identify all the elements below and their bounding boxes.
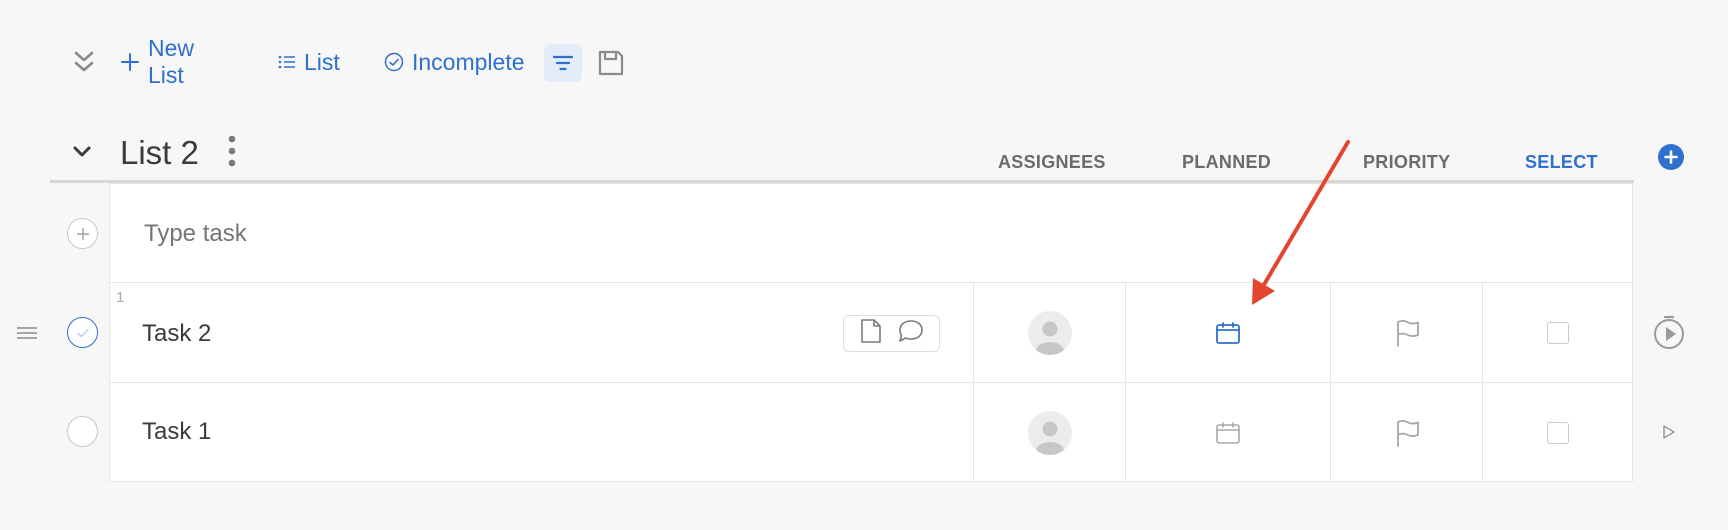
check-circle-icon xyxy=(384,52,404,72)
assignee-cell[interactable] xyxy=(973,383,1125,482)
column-header-planned[interactable]: PLANNED xyxy=(1182,152,1271,173)
plus-icon xyxy=(1664,150,1678,164)
incomplete-filter-button[interactable]: Incomplete xyxy=(384,40,525,84)
plus-icon xyxy=(120,52,140,72)
filter-icon xyxy=(552,55,574,71)
drag-handle-icon xyxy=(17,327,37,339)
table-row[interactable]: 1 Task 2 xyxy=(110,283,1632,383)
filter-button[interactable] xyxy=(544,44,582,82)
task-complete-checkbox[interactable] xyxy=(67,317,98,348)
collapse-list-button[interactable] xyxy=(70,140,94,164)
priority-cell[interactable] xyxy=(1330,383,1482,482)
new-list-button[interactable]: New List xyxy=(120,35,194,88)
comment-button[interactable] xyxy=(897,318,925,349)
save-icon xyxy=(598,50,624,76)
list-icon xyxy=(278,54,296,70)
calendar-icon xyxy=(1216,321,1240,344)
column-header-select[interactable]: SELECT xyxy=(1525,152,1598,173)
new-list-label: New List xyxy=(148,35,195,88)
list-view-label: List xyxy=(304,48,340,75)
select-cell xyxy=(1482,283,1633,382)
save-view-button[interactable] xyxy=(596,48,626,78)
incomplete-filter-label: Incomplete xyxy=(412,48,525,75)
list-title[interactable]: List 2 xyxy=(120,134,199,172)
assignee-cell[interactable] xyxy=(973,283,1125,382)
add-column-button[interactable] xyxy=(1658,144,1684,170)
task-table: 1 Task 2 xyxy=(109,183,1633,482)
more-vertical-icon xyxy=(228,135,236,167)
task-quick-actions xyxy=(843,315,940,352)
flag-icon xyxy=(1396,319,1419,347)
task-number: 1 xyxy=(116,289,125,306)
new-task-row xyxy=(110,184,1632,283)
task-complete-checkbox[interactable] xyxy=(67,416,98,447)
calendar-icon xyxy=(1216,421,1240,444)
list-view-button[interactable]: List xyxy=(278,40,340,84)
avatar xyxy=(1027,410,1072,455)
row-select-checkbox[interactable] xyxy=(1547,321,1569,344)
avatar-icon xyxy=(1035,321,1064,355)
column-header-priority[interactable]: PRIORITY xyxy=(1363,152,1450,173)
flag-icon xyxy=(1396,419,1419,447)
check-icon xyxy=(76,328,89,337)
comment-icon xyxy=(898,320,923,342)
priority-cell[interactable] xyxy=(1330,283,1482,382)
add-task-button[interactable] xyxy=(67,218,98,249)
timer-icon xyxy=(1654,315,1684,349)
task-name[interactable]: Task 1 xyxy=(142,418,211,446)
avatar-icon xyxy=(1035,421,1064,455)
plus-icon xyxy=(76,227,89,240)
note-button[interactable] xyxy=(858,318,884,349)
start-timer-button[interactable] xyxy=(1652,314,1686,350)
column-header-assignees[interactable]: ASSIGNEES xyxy=(998,152,1106,173)
planned-cell[interactable] xyxy=(1125,383,1330,482)
task-name[interactable]: Task 2 xyxy=(142,320,211,348)
avatar xyxy=(1027,310,1072,355)
list-more-button[interactable] xyxy=(226,134,238,170)
planned-cell[interactable] xyxy=(1125,283,1330,382)
new-task-input[interactable] xyxy=(144,220,744,248)
play-icon xyxy=(1663,425,1675,439)
collapse-all-button[interactable] xyxy=(70,48,98,76)
chevron-down-icon xyxy=(73,146,91,157)
row-select-checkbox[interactable] xyxy=(1547,421,1569,444)
list-header: List 2 ASSIGNEES PLANNED PRIORITY SELECT xyxy=(50,122,1684,182)
drag-handle[interactable] xyxy=(16,326,38,340)
start-timer-button[interactable] xyxy=(1662,424,1676,440)
select-cell xyxy=(1482,383,1633,482)
table-row[interactable]: Task 1 xyxy=(110,383,1632,482)
chevrons-down-icon xyxy=(74,51,94,72)
note-icon xyxy=(861,319,882,343)
